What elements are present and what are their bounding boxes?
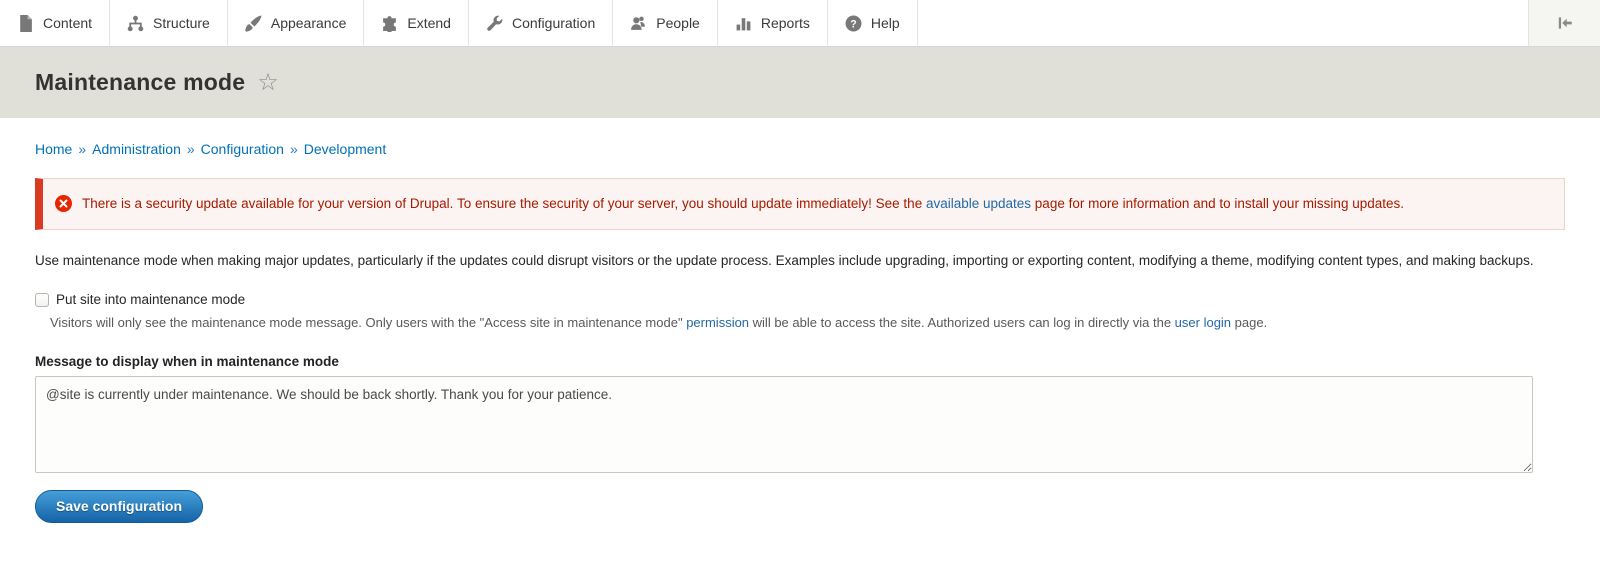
breadcrumb: Home » Administration » Configuration » Develo… xyxy=(0,118,1600,172)
available-updates-link[interactable]: available updates xyxy=(926,196,1031,211)
admin-toolbar: Content Structure Appearance Extend Conf… xyxy=(0,0,1600,47)
toolbar-orientation-toggle[interactable] xyxy=(1528,0,1600,46)
maintenance-mode-checkbox-help: Visitors will only see the maintenance m… xyxy=(50,313,1565,332)
paintbrush-icon xyxy=(245,15,262,32)
message-field-label: Message to display when in maintenance m… xyxy=(35,354,1565,369)
bar-chart-icon xyxy=(735,15,752,32)
puzzle-icon xyxy=(381,15,398,32)
toolbar-item-people[interactable]: People xyxy=(613,0,718,46)
error-circle-x-icon xyxy=(55,195,72,212)
breadcrumb-separator: » xyxy=(290,141,298,157)
breadcrumb-separator: » xyxy=(78,141,86,157)
toolbar-item-content[interactable]: Content xyxy=(0,0,110,46)
maintenance-mode-description: Use maintenance mode when making major u… xyxy=(35,250,1565,272)
toolbar-spacer xyxy=(918,0,1528,46)
permission-link[interactable]: permission xyxy=(686,315,749,330)
breadcrumb-link-development[interactable]: Development xyxy=(304,141,387,157)
toolbar-item-label: Help xyxy=(871,15,900,31)
toolbar-item-reports[interactable]: Reports xyxy=(718,0,828,46)
toolbar-item-label: Extend xyxy=(407,15,451,31)
user-login-link[interactable]: user login xyxy=(1175,315,1231,330)
file-icon xyxy=(17,15,34,32)
page-title: Maintenance mode xyxy=(35,69,245,96)
toolbar-item-label: People xyxy=(656,15,700,31)
wrench-icon xyxy=(486,15,503,32)
toolbar-item-appearance[interactable]: Appearance xyxy=(228,0,365,46)
maintenance-message-textarea[interactable]: @site is currently under maintenance. We… xyxy=(35,376,1533,473)
toolbar-item-extend[interactable]: Extend xyxy=(364,0,469,46)
breadcrumb-separator: » xyxy=(187,141,195,157)
toolbar-item-label: Appearance xyxy=(271,15,347,31)
maintenance-mode-checkbox[interactable] xyxy=(35,293,49,307)
toolbar-item-label: Structure xyxy=(153,15,210,31)
breadcrumb-link-administration[interactable]: Administration xyxy=(92,141,181,157)
toolbar-item-label: Content xyxy=(43,15,92,31)
sitemap-icon xyxy=(127,15,144,32)
shortcut-star-icon[interactable]: ☆ xyxy=(257,71,279,95)
error-message-text: There is a security update available for… xyxy=(82,193,1404,215)
toolbar-item-label: Configuration xyxy=(512,15,595,31)
collapse-left-icon xyxy=(1556,14,1574,32)
toolbar-item-structure[interactable]: Structure xyxy=(110,0,228,46)
breadcrumb-link-configuration[interactable]: Configuration xyxy=(201,141,284,157)
toolbar-item-help[interactable]: ? Help xyxy=(828,0,918,46)
breadcrumb-link-home[interactable]: Home xyxy=(35,141,72,157)
maintenance-mode-checkbox-row: Put site into maintenance mode xyxy=(35,292,1565,307)
error-message: There is a security update available for… xyxy=(35,178,1565,230)
people-icon xyxy=(630,15,647,32)
help-icon: ? xyxy=(845,15,862,32)
page-header: Maintenance mode ☆ xyxy=(0,47,1600,118)
save-configuration-button[interactable]: Save configuration xyxy=(35,490,203,523)
toolbar-item-label: Reports xyxy=(761,15,810,31)
toolbar-item-configuration[interactable]: Configuration xyxy=(469,0,613,46)
svg-text:?: ? xyxy=(850,18,856,30)
maintenance-mode-checkbox-label[interactable]: Put site into maintenance mode xyxy=(56,292,245,307)
